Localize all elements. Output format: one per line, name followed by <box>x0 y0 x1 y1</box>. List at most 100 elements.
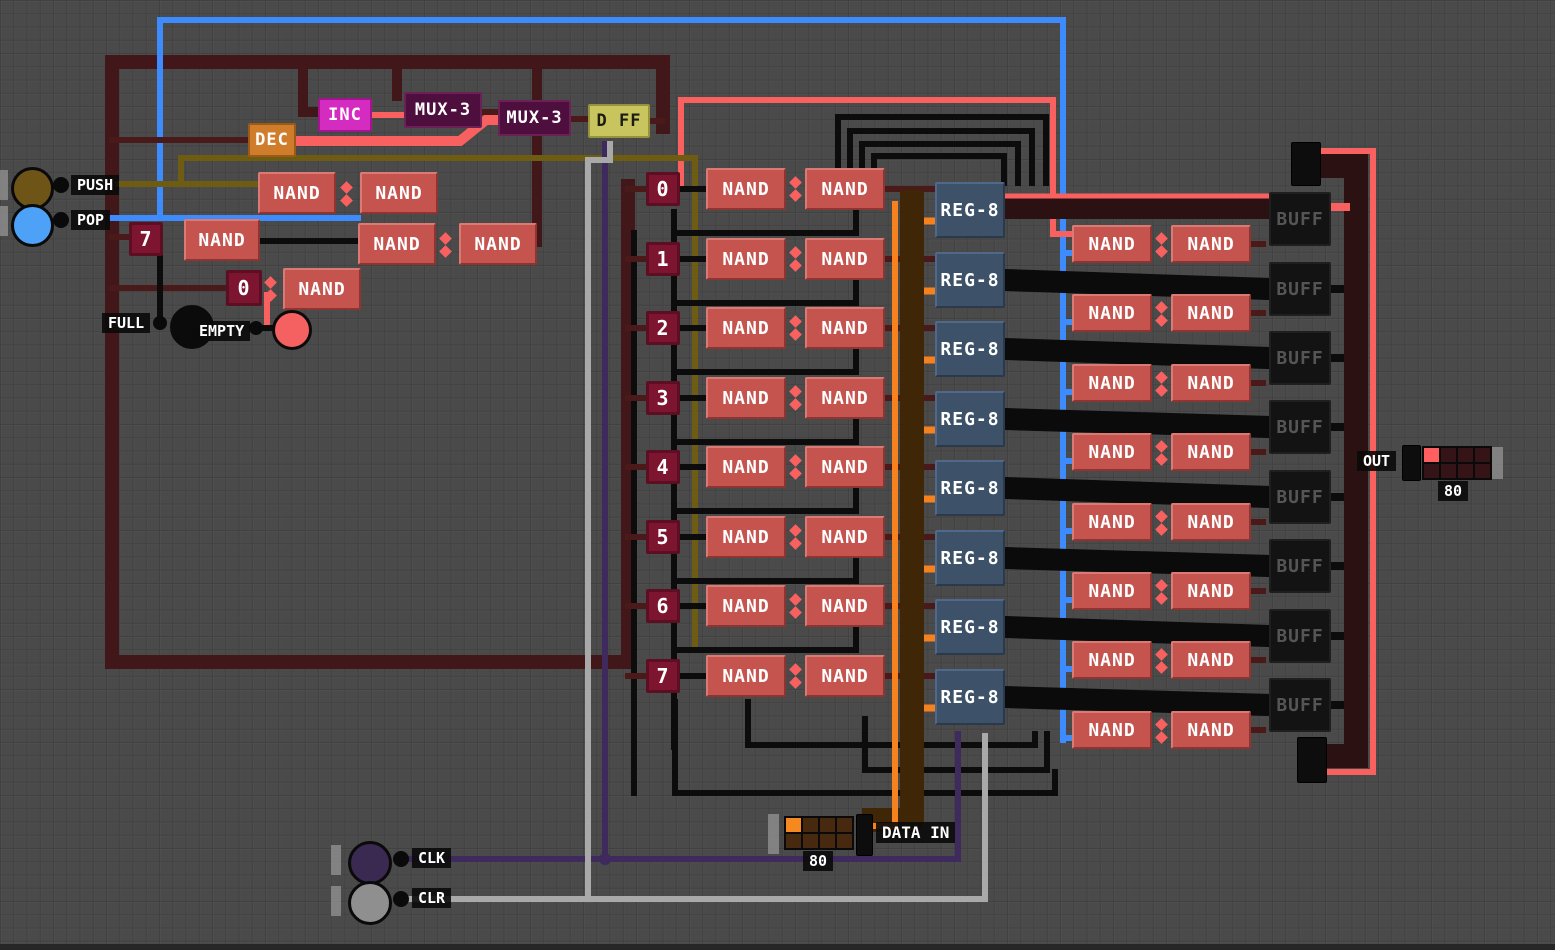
const-seven[interactable]: 7 <box>129 222 163 256</box>
clk-button[interactable] <box>348 841 392 885</box>
wire <box>993 476 1281 509</box>
wire <box>993 685 1281 717</box>
nand-gate[interactable]: NAND <box>1072 433 1152 471</box>
nand-gate[interactable]: NAND <box>459 223 537 265</box>
bit-cell-0[interactable] <box>786 818 801 832</box>
wire-clk <box>398 731 961 862</box>
empty-label: EMPTY <box>193 321 251 341</box>
bit-cell-5[interactable] <box>803 834 818 848</box>
bit-cell-6[interactable] <box>820 834 835 848</box>
clr-button[interactable] <box>348 881 392 925</box>
pop-button[interactable] <box>11 204 54 247</box>
nand-gate[interactable]: NAND <box>1072 503 1152 541</box>
nand-gate[interactable]: NAND <box>1171 711 1251 749</box>
nand-gate[interactable]: NAND <box>1072 711 1152 749</box>
clr-dot <box>393 891 409 907</box>
nand-gate[interactable]: NAND <box>706 655 786 697</box>
bit-cell-3[interactable] <box>837 818 852 832</box>
nand-gate[interactable]: NAND <box>706 238 786 280</box>
data-in-connector <box>856 814 873 856</box>
nand-gate[interactable]: NAND <box>1171 294 1251 332</box>
dec-chip[interactable]: DEC <box>248 123 296 157</box>
buff-chip[interactable]: BUFF <box>1269 262 1331 316</box>
nand-gate[interactable]: NAND <box>706 168 786 210</box>
reg8-chip[interactable]: REG-8 <box>935 252 1005 308</box>
reg8-chip[interactable]: REG-8 <box>935 182 1005 238</box>
buff-chip[interactable]: BUFF <box>1269 539 1331 593</box>
nand-gate[interactable]: NAND <box>283 268 361 310</box>
nand-gate[interactable]: NAND <box>805 516 885 558</box>
out-bus-bottom-connector <box>1297 737 1327 783</box>
buff-chip[interactable]: BUFF <box>1269 609 1331 663</box>
index-const-3[interactable]: 3 <box>646 381 680 415</box>
reg8-chip[interactable]: REG-8 <box>935 321 1005 377</box>
nand-gate[interactable]: NAND <box>805 377 885 419</box>
pop-port-stub <box>0 206 8 236</box>
nand-gate[interactable]: NAND <box>706 516 786 558</box>
index-const-4[interactable]: 4 <box>646 450 680 484</box>
nand-gate[interactable]: NAND <box>1171 572 1251 610</box>
mux3-chip-b[interactable]: MUX-3 <box>498 100 571 136</box>
nand-gate[interactable]: NAND <box>1171 225 1251 263</box>
nand-gate[interactable]: NAND <box>1171 503 1251 541</box>
nand-gate[interactable]: NAND <box>258 172 336 214</box>
data-in-handle[interactable] <box>768 814 779 854</box>
inc-chip[interactable]: INC <box>318 98 372 132</box>
buff-chip[interactable]: BUFF <box>1269 400 1331 454</box>
data-in-value: 80 <box>803 851 834 871</box>
nand-gate[interactable]: NAND <box>1072 641 1152 679</box>
const-zero[interactable]: 0 <box>226 270 262 306</box>
nand-gate[interactable]: NAND <box>805 307 885 349</box>
buff-chip[interactable]: BUFF <box>1269 678 1331 732</box>
reg8-chip[interactable]: REG-8 <box>935 669 1005 725</box>
index-const-2[interactable]: 2 <box>646 311 680 345</box>
nand-gate[interactable]: NAND <box>706 377 786 419</box>
nand-gate[interactable]: NAND <box>1072 364 1152 402</box>
nand-gate[interactable]: NAND <box>706 585 786 627</box>
index-const-7[interactable]: 7 <box>646 659 680 693</box>
nand-gate[interactable]: NAND <box>706 307 786 349</box>
reg8-chip[interactable]: REG-8 <box>935 530 1005 586</box>
dff-chip[interactable]: D FF <box>588 104 650 138</box>
nand-gate[interactable]: NAND <box>360 172 438 214</box>
buff-chip[interactable]: BUFF <box>1269 192 1331 246</box>
bit-cell-1[interactable] <box>803 818 818 832</box>
nand-gate[interactable]: NAND <box>805 446 885 488</box>
nand-gate[interactable]: NAND <box>1171 433 1251 471</box>
nand-gate[interactable]: NAND <box>805 168 885 210</box>
nand-gate[interactable]: NAND <box>358 223 436 265</box>
index-const-1[interactable]: 1 <box>646 242 680 276</box>
out-connector <box>1402 445 1421 481</box>
clk-label: CLK <box>412 848 452 868</box>
nand-gate[interactable]: NAND <box>805 238 885 280</box>
buff-chip[interactable]: BUFF <box>1269 331 1331 385</box>
index-const-6[interactable]: 6 <box>646 589 680 623</box>
wire <box>671 280 859 306</box>
nand-gate[interactable]: NAND <box>1171 641 1251 679</box>
nand-gate[interactable]: NAND <box>805 655 885 697</box>
nand-gate[interactable]: NAND <box>805 585 885 627</box>
nand-gate[interactable]: NAND <box>1072 572 1152 610</box>
bit-cell-1 <box>1441 448 1456 462</box>
reg8-chip[interactable]: REG-8 <box>935 599 1005 655</box>
index-const-0[interactable]: 0 <box>646 172 680 206</box>
bit-cell-7[interactable] <box>837 834 852 848</box>
reg8-chip[interactable]: REG-8 <box>935 391 1005 447</box>
nand-gate[interactable]: NAND <box>1072 294 1152 332</box>
reg8-chip[interactable]: REG-8 <box>935 460 1005 516</box>
bit-cell-4[interactable] <box>786 834 801 848</box>
wire <box>993 546 1281 578</box>
data-in-byte-input[interactable] <box>784 816 854 850</box>
nand-gate[interactable]: NAND <box>1072 225 1152 263</box>
nand-gate[interactable]: NAND <box>184 219 260 261</box>
index-const-5[interactable]: 5 <box>646 520 680 554</box>
mux3-chip-a[interactable]: MUX-3 <box>404 92 482 128</box>
nand-gate[interactable]: NAND <box>706 446 786 488</box>
pop-dot <box>53 212 69 228</box>
bit-cell-2[interactable] <box>820 818 835 832</box>
out-handle[interactable] <box>1492 447 1503 479</box>
nand-gate[interactable]: NAND <box>1171 364 1251 402</box>
wire <box>671 488 859 514</box>
push-label: PUSH <box>71 175 120 195</box>
buff-chip[interactable]: BUFF <box>1269 470 1331 524</box>
